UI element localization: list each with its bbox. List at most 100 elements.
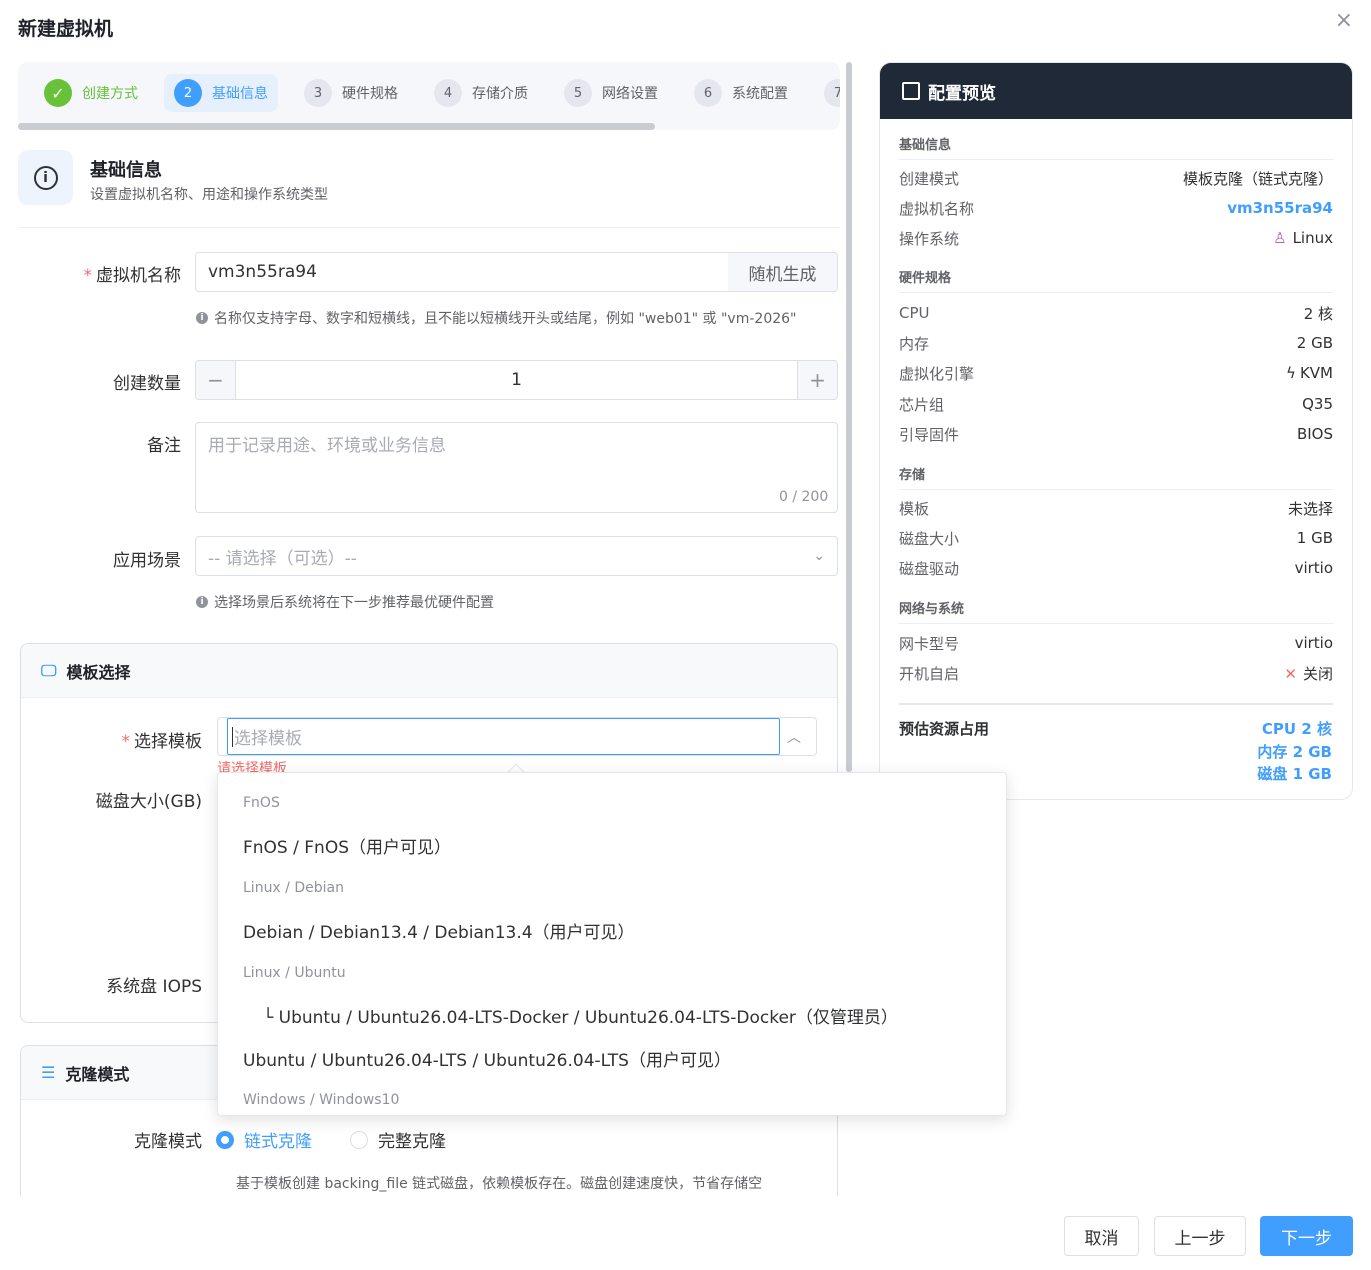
preview-group-basic: 基础信息 [899,134,1333,160]
chevron-up-icon[interactable]: ︿ [787,727,801,747]
step-label: 硬件规格 [342,86,398,102]
template-dropdown: FnOS FnOS / FnOS（用户可见） Linux / Debian De… [217,772,1007,1116]
plus-icon[interactable]: + [797,361,837,399]
dropdown-group-windows: Windows / Windows10 [243,1092,400,1108]
clone-mode-label: 克隆模式 [134,1132,202,1152]
preview-row-create-mode: 创建模式 模板克隆（链式克隆） [899,169,1333,188]
preview-row-nic: 网卡型号 virtio [899,634,1333,653]
cancel-button[interactable]: 取消 [1064,1216,1139,1256]
preview-row-cpu: CPU 2 核 [899,304,1333,323]
iops-label: 系统盘 IOPS [106,977,202,997]
remark-placeholder: 用于记录用途、环境或业务信息 [208,436,446,456]
preview-row-engine: 虚拟化引擎 ϟ KVM [899,364,1333,383]
scene-label: 应用场景 [113,551,181,571]
preview-row-firmware: 引导固件 BIOS [899,425,1333,444]
dropdown-option-ubuntu-lts[interactable]: Ubuntu / Ubuntu26.04-LTS / Ubuntu26.04-L… [218,1037,1006,1079]
close-icon[interactable]: × [1335,8,1353,33]
info-dot-icon: i [196,312,208,324]
step-number: 7 [824,79,840,107]
step-label: 基础信息 [212,86,268,102]
dropdown-option-debian[interactable]: Debian / Debian13.4 / Debian13.4（用户可见） [218,909,1006,951]
radio-linked-clone[interactable]: 链式克隆 [216,1127,312,1152]
remark-textarea[interactable]: 用于记录用途、环境或业务信息 [195,422,838,513]
preview-row-vm-name: 虚拟机名称 vm3n55ra94 [899,199,1333,218]
section-title: 基础信息 [90,160,162,181]
info-icon: i [18,150,73,205]
template-search-input[interactable]: 选择模板 [227,718,780,755]
preview-total-disk: 磁盘 1 GB [1257,765,1332,783]
preview-row-mem: 内存 2 GB [899,334,1333,353]
step-create-method[interactable]: ✓ 创建方式 [34,74,148,112]
monitor-icon: 🖵 [41,660,57,680]
step-label: 网络设置 [602,86,658,102]
dropdown-group-debian: Linux / Debian [243,880,344,896]
config-preview: 配置预览 基础信息 创建模式 模板克隆（链式克隆） 虚拟机名称 vm3n55ra94… [879,62,1353,800]
radio-full-clone[interactable]: 完整克隆 [350,1127,446,1152]
scene-hint: i 选择场景后系统将在下一步推荐最优硬件配置 [196,592,494,612]
preview-row-disk-driver: 磁盘驱动 virtio [899,559,1333,578]
step-label: 创建方式 [82,86,138,102]
step-number: 6 [694,79,722,107]
count-stepper[interactable]: 1 [195,360,838,400]
dialog-title: 新建虚拟机 [18,18,114,40]
step-system[interactable]: 6 系统配置 [684,74,798,112]
clone-desc: 基于模板创建 backing_file 链式磁盘，依赖模板存在。磁盘创建速度快，… [236,1176,763,1192]
count-label: 创建数量 [113,374,181,394]
vm-name-hint: i 名称仅支持字母、数字和短横线，且不能以短横线开头或结尾，例如 "web01" … [196,308,796,328]
check-icon: ✓ [44,79,72,107]
stepper: ✓ 创建方式 2 基础信息 3 硬件规格 4 存储介质 5 网络设置 6 系统配… [18,62,840,130]
radio-checked-icon [216,1130,234,1149]
step-number: 5 [564,79,592,107]
section-header: i 基础信息 设置虚拟机名称、用途和操作系统类型 [18,150,840,228]
random-generate-button[interactable]: 随机生成 [728,252,838,292]
linux-penguin-icon: ♙ [1273,229,1287,247]
vm-name-input[interactable]: vm3n55ra94 [195,252,729,292]
info-dot-icon: i [196,596,208,608]
close-icon: ✕ [1284,664,1297,683]
step-number: 4 [434,79,462,107]
preview-header: 配置预览 [880,63,1352,119]
dropdown-option-fnos[interactable]: FnOS / FnOS（用户可见） [218,824,1006,866]
preview-divider [899,703,1333,705]
preview-total-mem: 内存 2 GB [1257,743,1332,761]
scene-select[interactable]: -- 请选择（可选）-- ⌄ [195,536,838,576]
preview-total-cpu: CPU 2 核 [1261,720,1332,738]
stepper-scrollbar[interactable] [18,123,655,130]
step-number: 2 [174,79,202,107]
preview-row-template: 模板 未选择 [899,499,1333,518]
form-scrollbar[interactable] [846,62,852,772]
disk-size-label: 磁盘大小(GB) [95,792,202,812]
radio-unchecked-icon [350,1130,368,1149]
preview-row-disk-size: 磁盘大小 1 GB [899,529,1333,548]
step-network[interactable]: 5 网络设置 [554,74,668,112]
template-select-label: * 选择模板 [121,732,203,752]
step-number: 3 [304,79,332,107]
prev-step-button[interactable]: 上一步 [1154,1216,1246,1256]
template-card-header: 🖵 模板选择 [21,644,837,698]
step-7[interactable]: 7 [814,74,840,112]
chart-icon [902,82,920,100]
step-label: 系统配置 [732,86,788,102]
dropdown-group-fnos: FnOS [243,795,280,811]
dropdown-option-ubuntu-docker[interactable]: └ Ubuntu / Ubuntu26.04-LTS-Docker / Ubun… [218,994,1006,1036]
minus-icon[interactable]: − [196,361,236,399]
remark-counter: 0 / 200 [779,489,829,505]
step-basic-info[interactable]: 2 基础信息 [164,74,278,112]
new-vm-dialog: 新建虚拟机 × ✓ 创建方式 2 基础信息 3 硬件规格 4 存储介质 5 网络… [0,0,1371,1270]
preview-row-chipset: 芯片组 Q35 [899,395,1333,414]
step-label: 存储介质 [472,86,528,102]
preview-row-autostart: 开机自启 ✕ 关闭 [899,664,1333,683]
lightning-icon: ϟ [1286,364,1296,382]
step-storage[interactable]: 4 存储介质 [424,74,538,112]
preview-group-hardware: 硬件规格 [899,267,1333,293]
chevron-down-icon: ⌄ [813,548,825,564]
step-hardware[interactable]: 3 硬件规格 [294,74,408,112]
section-subtitle: 设置虚拟机名称、用途和操作系统类型 [90,187,328,203]
sliders-icon: ☰ [41,1063,56,1082]
preview-group-storage: 存储 [899,464,1333,490]
preview-row-os: 操作系统 ♙ Linux [899,229,1333,248]
scene-placeholder: -- 请选择（可选）-- [208,548,357,569]
remark-label: 备注 [147,436,181,456]
next-step-button[interactable]: 下一步 [1260,1216,1353,1256]
preview-group-network: 网络与系统 [899,598,1333,624]
